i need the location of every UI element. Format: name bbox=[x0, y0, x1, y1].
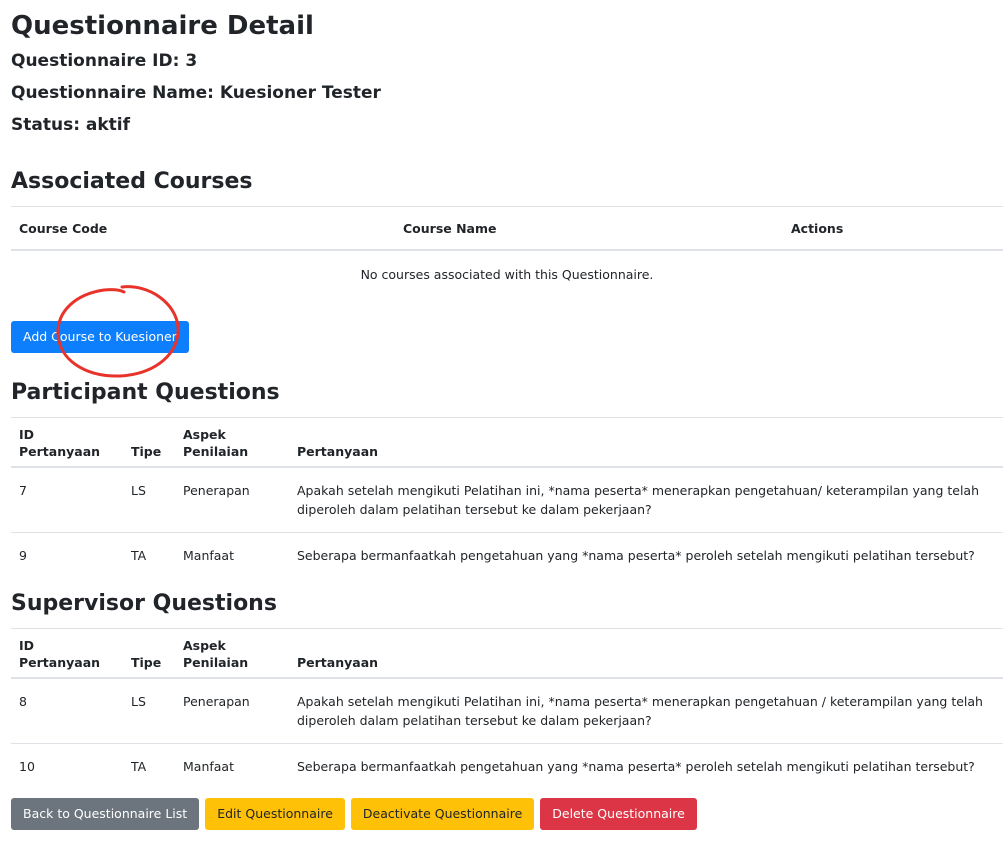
questionnaire-name: Questionnaire Name: Kuesioner Tester bbox=[11, 83, 381, 103]
question-tipe-cell: TA bbox=[123, 743, 175, 789]
associated-courses-table: Course Code Course Name Actions No cours… bbox=[11, 206, 1003, 297]
column-header-actions: Actions bbox=[783, 206, 1003, 251]
add-course-section: Add Course to Kuesioner bbox=[11, 285, 1003, 378]
question-id-cell: 8 bbox=[11, 677, 123, 744]
question-text-cell: Seberapa bermanfaatkah pengetahuan yang … bbox=[289, 532, 1003, 578]
column-header-pertanyaan: Pertanyaan bbox=[289, 417, 1003, 468]
column-header-course-code: Course Code bbox=[11, 206, 395, 251]
column-header-course-name: Course Name bbox=[395, 206, 783, 251]
questionnaire-id: Questionnaire ID: 3 bbox=[11, 51, 198, 71]
question-aspek-cell: Manfaat bbox=[175, 743, 289, 789]
column-header-tipe: Tipe bbox=[123, 628, 175, 679]
question-text-cell: Apakah setelah mengikuti Pelatihan ini, … bbox=[289, 677, 1003, 744]
column-header-aspek: Aspek Penilaian bbox=[175, 628, 289, 679]
associated-courses-title: Associated Courses bbox=[11, 169, 253, 194]
add-course-button[interactable]: Add Course to Kuesioner bbox=[11, 321, 189, 353]
empty-courses-message: No courses associated with this Question… bbox=[11, 249, 1003, 297]
table-header-row: Course Code Course Name Actions bbox=[11, 206, 1003, 251]
question-id-cell: 9 bbox=[11, 532, 123, 578]
questionnaire-detail-page: Questionnaire Detail Questionnaire ID: 3… bbox=[11, 0, 1003, 830]
back-to-list-button[interactable]: Back to Questionnaire List bbox=[11, 798, 200, 830]
question-tipe-cell: LS bbox=[123, 677, 175, 744]
table-header-row: ID Pertanyaan Tipe Aspek Penilaian Pertany… bbox=[11, 628, 1003, 679]
supervisor-questions-title: Supervisor Questions bbox=[11, 591, 277, 616]
table-row: 10 TA Manfaat Seberapa bermanfaatkah pen… bbox=[11, 743, 1003, 789]
question-aspek-cell: Penerapan bbox=[175, 677, 289, 744]
footer-actions: Back to Questionnaire List Edit Question… bbox=[11, 798, 1003, 830]
question-tipe-cell: TA bbox=[123, 532, 175, 578]
edit-questionnaire-button[interactable]: Edit Questionnaire bbox=[205, 798, 345, 830]
question-aspek-cell: Manfaat bbox=[175, 532, 289, 578]
page-title: Questionnaire Detail bbox=[11, 11, 314, 41]
column-header-tipe: Tipe bbox=[123, 417, 175, 468]
participant-questions-title: Participant Questions bbox=[11, 380, 280, 405]
questionnaire-status: Status: aktif bbox=[11, 115, 131, 135]
column-header-id: ID Pertanyaan bbox=[11, 628, 123, 679]
deactivate-questionnaire-button[interactable]: Deactivate Questionnaire bbox=[350, 798, 535, 830]
question-tipe-cell: LS bbox=[123, 466, 175, 533]
table-row: 7 LS Penerapan Apakah setelah mengikuti … bbox=[11, 466, 1003, 533]
table-row: 8 LS Penerapan Apakah setelah mengikuti … bbox=[11, 677, 1003, 744]
question-aspek-cell: Penerapan bbox=[175, 466, 289, 533]
question-text-cell: Apakah setelah mengikuti Pelatihan ini, … bbox=[289, 466, 1003, 533]
table-row: 9 TA Manfaat Seberapa bermanfaatkah peng… bbox=[11, 532, 1003, 578]
delete-questionnaire-button[interactable]: Delete Questionnaire bbox=[540, 798, 697, 830]
table-row: No courses associated with this Question… bbox=[11, 249, 1003, 297]
column-header-id: ID Pertanyaan bbox=[11, 417, 123, 468]
table-header-row: ID Pertanyaan Tipe Aspek Penilaian Pertany… bbox=[11, 417, 1003, 468]
column-header-pertanyaan: Pertanyaan bbox=[289, 628, 1003, 679]
column-header-aspek: Aspek Penilaian bbox=[175, 417, 289, 468]
question-text-cell: Seberapa bermanfaatkah pengetahuan yang … bbox=[289, 743, 1003, 789]
supervisor-questions-table: ID Pertanyaan Tipe Aspek Penilaian Pertany… bbox=[11, 628, 1003, 789]
participant-questions-table: ID Pertanyaan Tipe Aspek Penilaian Pertany… bbox=[11, 417, 1003, 578]
question-id-cell: 10 bbox=[11, 743, 123, 789]
question-id-cell: 7 bbox=[11, 466, 123, 533]
